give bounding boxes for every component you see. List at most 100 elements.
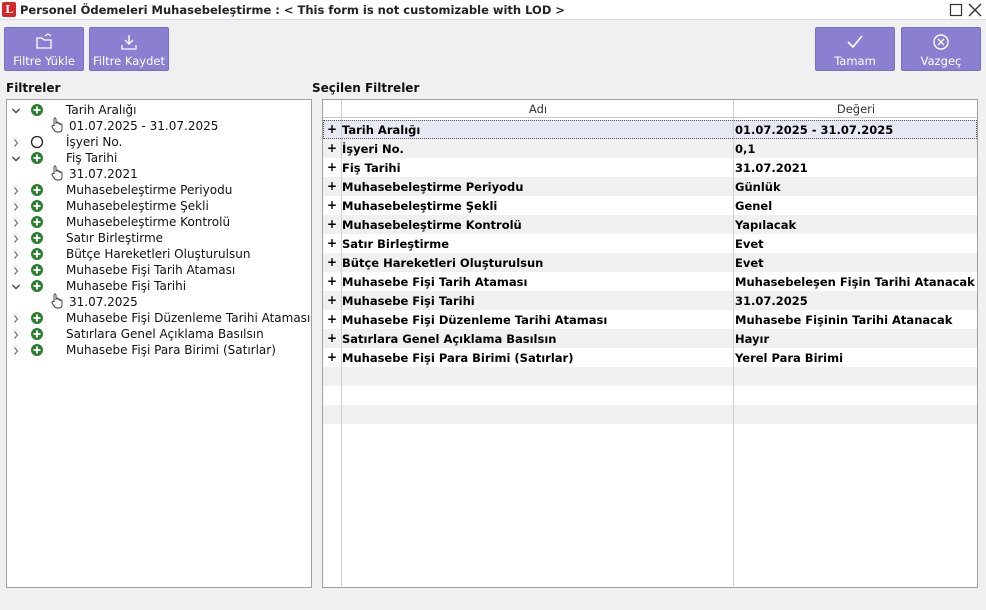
- tree-item-label: Muhasebe Fişi Düzenleme Tarihi Ataması: [66, 311, 311, 325]
- row-expand-icon[interactable]: +: [327, 255, 337, 269]
- row-expand-icon[interactable]: +: [327, 350, 337, 364]
- chevron-right-icon[interactable]: [11, 329, 21, 339]
- grid-row[interactable]: + Bütçe Hareketleri Oluşturulsun Evet: [323, 253, 977, 272]
- chevron-right-icon[interactable]: [11, 233, 21, 243]
- grid-row[interactable]: + Fiş Tarihi 31.07.2021: [323, 158, 977, 177]
- window-title: Personel Ödemeleri Muhasebeleştirme : < …: [20, 3, 566, 17]
- green-plus-icon[interactable]: [30, 183, 44, 197]
- grid-cell-name: Muhasebe Fişi Tarih Ataması: [342, 275, 528, 289]
- green-plus-icon[interactable]: [30, 279, 44, 293]
- chevron-down-icon[interactable]: [11, 153, 21, 163]
- green-plus-icon[interactable]: [30, 103, 44, 117]
- grid-row[interactable]: + Muhasebeleştirme Şekli Genel: [323, 196, 977, 215]
- tree-item-value-row[interactable]: 01.07.2025 - 31.07.2025: [7, 117, 311, 134]
- grid-empty-row: [323, 367, 977, 386]
- grid-cell-name: Muhasebeleştirme Periyodu: [342, 180, 524, 194]
- tree-item[interactable]: Satır Birleştirme: [7, 230, 311, 246]
- tree-item-label: Muhasebe Fişi Tarihi: [66, 279, 187, 293]
- row-expand-icon[interactable]: +: [327, 312, 337, 326]
- tree-item[interactable]: Muhasebeleştirme Şekli: [7, 198, 311, 214]
- chevron-down-icon[interactable]: [11, 281, 21, 291]
- chevron-right-icon[interactable]: [11, 313, 21, 323]
- chevron-right-icon[interactable]: [11, 249, 21, 259]
- grid-row[interactable]: + İşyeri No. 0,1: [323, 139, 977, 158]
- green-plus-icon[interactable]: [30, 215, 44, 229]
- selected-filters-grid[interactable]: Adı Değeri + Tarih Aralığı 01.07.2025 - 31…: [322, 99, 978, 588]
- grid-row[interactable]: + Satırlara Genel Açıklama Basılsın Hayır: [323, 329, 977, 348]
- chevron-right-icon[interactable]: [11, 137, 21, 147]
- chevron-right-icon[interactable]: [11, 201, 21, 211]
- cancel-button[interactable]: Vazgeç: [901, 27, 981, 71]
- tree-item-label: Muhasebeleştirme Periyodu: [66, 183, 233, 197]
- row-expand-icon[interactable]: +: [327, 274, 337, 288]
- title-bar: L Personel Ödemeleri Muhasebeleştirme : …: [0, 0, 986, 20]
- green-plus-icon[interactable]: [30, 311, 44, 325]
- column-divider: [733, 100, 734, 587]
- green-plus-icon[interactable]: [30, 247, 44, 261]
- tree-item[interactable]: Muhasebeleştirme Kontrolü: [7, 214, 311, 230]
- grid-cell-name: Satırlara Genel Açıklama Basılsın: [342, 332, 557, 346]
- grid-row[interactable]: + Tarih Aralığı 01.07.2025 - 31.07.2025: [323, 120, 977, 139]
- grid-cell-name: Tarih Aralığı: [342, 123, 421, 137]
- green-plus-icon[interactable]: [30, 199, 44, 213]
- filters-heading: Filtreler: [6, 81, 61, 95]
- tree-item-label: Fiş Tarihi: [66, 151, 118, 165]
- chevron-right-icon[interactable]: [11, 345, 21, 355]
- chevron-down-icon[interactable]: [11, 105, 21, 115]
- tree-item-label: Muhasebeleştirme Şekli: [66, 199, 209, 213]
- tree-item[interactable]: Bütçe Hareketleri Oluşturulsun: [7, 246, 311, 262]
- tree-item-value: 01.07.2025 - 31.07.2025: [69, 119, 219, 133]
- column-header-value[interactable]: Değeri: [735, 102, 977, 116]
- grid-row[interactable]: + Satır Birleştirme Evet: [323, 234, 977, 253]
- grid-cell-value: 31.07.2021: [735, 161, 808, 175]
- tree-item[interactable]: Satırlara Genel Açıklama Basılsın: [7, 326, 311, 342]
- load-filter-button[interactable]: Filtre Yükle: [4, 27, 84, 71]
- grid-row[interactable]: + Muhasebe Fişi Düzenleme Tarihi Ataması M…: [323, 310, 977, 329]
- row-expand-icon[interactable]: +: [327, 179, 337, 193]
- row-expand-icon[interactable]: +: [327, 331, 337, 345]
- hand-pointer-icon: [49, 292, 65, 310]
- grid-row[interactable]: + Muhasebeleştirme Periyodu Günlük: [323, 177, 977, 196]
- close-icon[interactable]: [967, 2, 983, 18]
- green-plus-icon[interactable]: [30, 343, 44, 357]
- row-expand-icon[interactable]: +: [327, 160, 337, 174]
- green-plus-icon[interactable]: [30, 231, 44, 245]
- save-filter-label: Filtre Kaydet: [93, 54, 165, 68]
- save-filter-button[interactable]: Filtre Kaydet: [89, 27, 169, 71]
- filters-tree[interactable]: Tarih Aralığı 01.07.2025 - 31.07.2025 İşye…: [6, 99, 312, 588]
- row-expand-icon[interactable]: +: [327, 198, 337, 212]
- grid-row[interactable]: + Muhasebe Fişi Tarih Ataması Muhasebeleşe…: [323, 272, 977, 291]
- tree-item-value-row[interactable]: 31.07.2025: [7, 292, 311, 310]
- circle-icon[interactable]: [30, 135, 44, 149]
- grid-cell-name: Muhasebe Fişi Düzenleme Tarihi Ataması: [342, 313, 608, 327]
- grid-row[interactable]: + Muhasebe Fişi Para Birimi (Satırlar) Yer…: [323, 348, 977, 367]
- chevron-right-icon[interactable]: [11, 217, 21, 227]
- tree-item[interactable]: Muhasebe Fişi Tarih Ataması: [7, 262, 311, 278]
- tree-item-label: Muhasebe Fişi Para Birimi (Satırlar): [66, 343, 276, 357]
- row-expand-icon[interactable]: +: [327, 236, 337, 250]
- tree-item[interactable]: İşyeri No.: [7, 134, 311, 150]
- toolbar: Filtre Yükle Filtre Kaydet Tamam Vazgeç: [0, 21, 986, 77]
- row-expand-icon[interactable]: +: [327, 122, 337, 136]
- grid-row[interactable]: + Muhasebeleştirme Kontrolü Yapılacak: [323, 215, 977, 234]
- column-header-name[interactable]: Adı: [342, 102, 734, 116]
- row-expand-icon[interactable]: +: [327, 293, 337, 307]
- grid-row[interactable]: + Muhasebe Fişi Tarihi 31.07.2025: [323, 291, 977, 310]
- maximize-icon[interactable]: [948, 2, 964, 18]
- chevron-right-icon[interactable]: [11, 185, 21, 195]
- chevron-right-icon[interactable]: [11, 265, 21, 275]
- column-divider: [341, 100, 342, 587]
- green-plus-icon[interactable]: [30, 327, 44, 341]
- green-plus-icon[interactable]: [30, 263, 44, 277]
- green-plus-icon[interactable]: [30, 151, 44, 165]
- tree-item-value-row[interactable]: 31.07.2021: [7, 165, 311, 182]
- folder-open-icon: [5, 32, 83, 54]
- row-expand-icon[interactable]: +: [327, 141, 337, 155]
- tree-item[interactable]: Muhasebe Fişi Düzenleme Tarihi Ataması: [7, 310, 311, 326]
- grid-cell-value: 01.07.2025 - 31.07.2025: [735, 123, 894, 137]
- tree-item[interactable]: Muhasebe Fişi Para Birimi (Satırlar): [7, 342, 311, 358]
- grid-cell-name: Fiş Tarihi: [342, 161, 401, 175]
- tree-item[interactable]: Muhasebeleştirme Periyodu: [7, 182, 311, 198]
- row-expand-icon[interactable]: +: [327, 217, 337, 231]
- ok-button[interactable]: Tamam: [815, 27, 895, 71]
